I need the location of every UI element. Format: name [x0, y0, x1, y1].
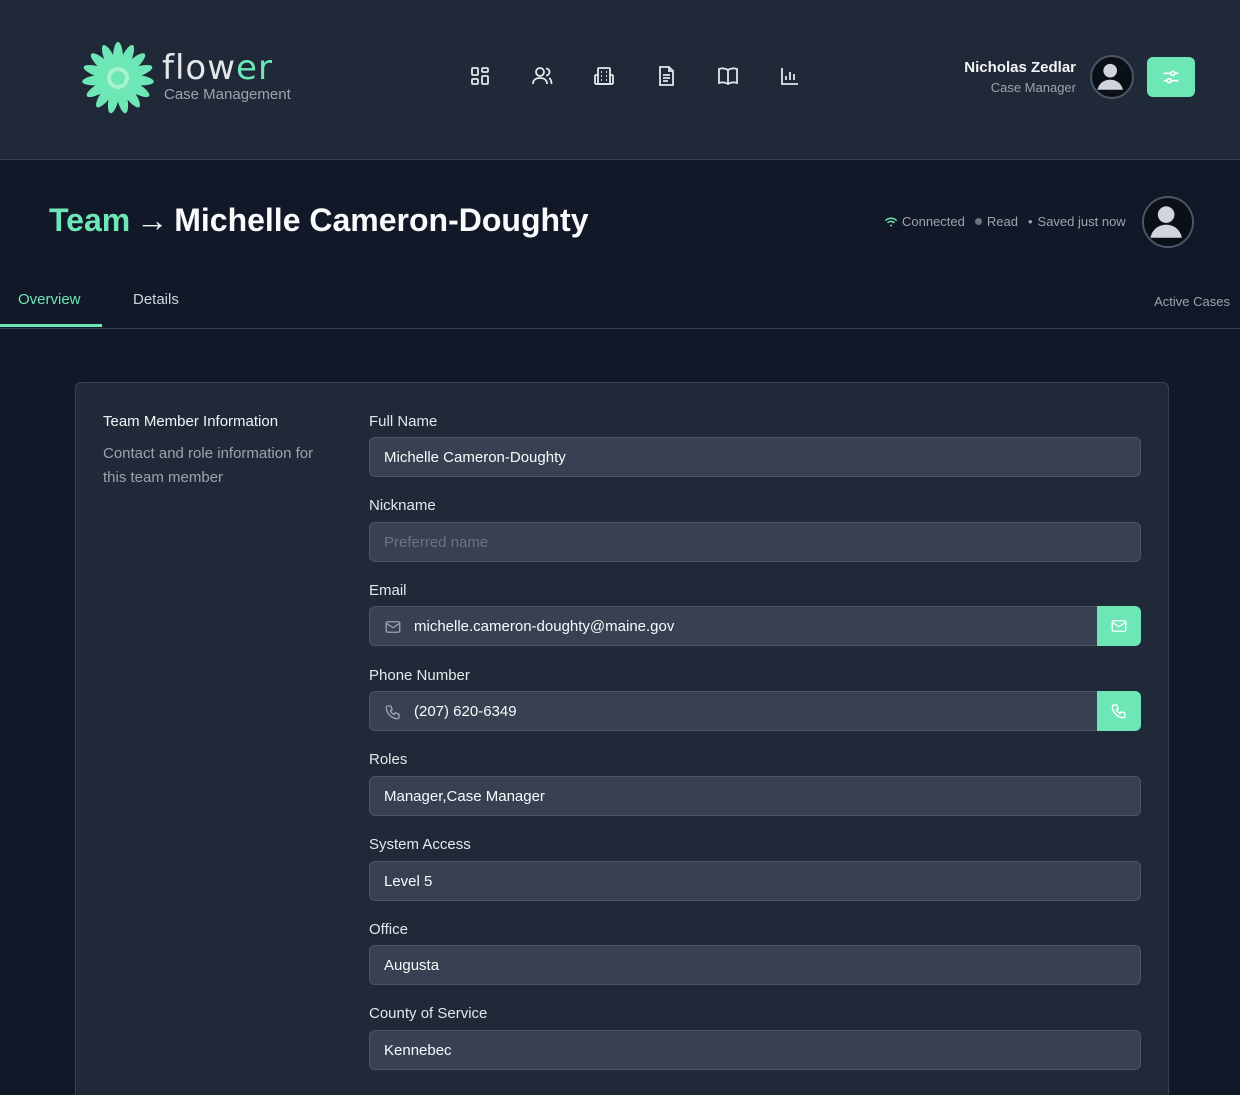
user-avatar[interactable]: [1090, 55, 1134, 99]
phone-input[interactable]: (207) 620-6349: [369, 691, 1099, 731]
team-member-name: Michelle Cameron-Doughty: [174, 202, 589, 238]
system-access-label: System Access: [369, 836, 471, 853]
user-role: Case Manager: [990, 80, 1076, 95]
tab-details[interactable]: Details: [133, 291, 179, 308]
call-phone-button[interactable]: [1097, 691, 1141, 731]
county-label: County of Service: [369, 1005, 488, 1022]
connection-status: Connected: [902, 214, 965, 229]
flower-logo-icon[interactable]: [78, 38, 158, 118]
mode-status: Read: [986, 214, 1018, 229]
section-title: Team Member Information: [103, 413, 279, 430]
section-description: Contact and role information for this te…: [103, 445, 314, 486]
roles-input[interactable]: Manager,Case Manager: [369, 776, 1141, 816]
nickname-input[interactable]: Preferred name: [369, 522, 1141, 562]
member-avatar[interactable]: [1142, 196, 1194, 248]
building-icon[interactable]: [592, 64, 616, 88]
status-separator: •: [1027, 214, 1033, 229]
roles-label: Roles: [369, 751, 408, 768]
book-icon[interactable]: [716, 64, 740, 88]
full-name-input[interactable]: Michelle Cameron-Doughty: [369, 437, 1141, 477]
tab-active-cases[interactable]: Active Cases: [1154, 294, 1230, 309]
brand-name-suffix: er: [236, 48, 273, 88]
user-name: Nicholas Zedlar: [964, 59, 1076, 76]
brand-name-prefix: flow: [162, 48, 237, 88]
nickname-label: Nickname: [369, 497, 436, 514]
phone-label: Phone Number: [369, 667, 470, 684]
document-icon[interactable]: [654, 64, 678, 88]
settings-button[interactable]: [1147, 57, 1195, 97]
page-title: Team → Michelle Cameron-Doughty: [49, 202, 588, 239]
envelope-icon: [385, 621, 401, 633]
system-access-input[interactable]: Level 5: [369, 861, 1141, 901]
main-nav: [468, 64, 802, 88]
phone-icon: [385, 705, 400, 720]
dashboard-icon[interactable]: [468, 64, 492, 88]
wifi-icon: [884, 217, 898, 226]
status-bar: Connected Read • Saved just now: [884, 214, 1126, 229]
email-label: Email: [369, 582, 407, 599]
bar-chart-icon[interactable]: [778, 64, 802, 88]
send-email-button[interactable]: [1097, 606, 1141, 646]
brand-name: flower: [162, 48, 273, 88]
email-value: michelle.cameron-doughty@maine.gov: [414, 617, 675, 635]
office-label: Office: [369, 921, 408, 938]
save-status: Saved just now: [1037, 214, 1126, 229]
breadcrumb-arrow: →: [136, 202, 169, 238]
phone-value: (207) 620-6349: [414, 702, 517, 720]
email-input[interactable]: michelle.cameron-doughty@maine.gov: [369, 606, 1099, 646]
tab-bar: Overview Details Active Cases: [0, 270, 1240, 329]
office-input[interactable]: Augusta: [369, 945, 1141, 985]
top-header: flower Case Management Nicholas Zedlar C…: [0, 0, 1240, 160]
tab-overview[interactable]: Overview: [18, 291, 81, 308]
sliders-icon: [1163, 70, 1179, 84]
people-icon[interactable]: [530, 64, 554, 88]
full-name-label: Full Name: [369, 413, 438, 430]
active-tab-indicator: [0, 324, 102, 327]
phone-icon: [1111, 704, 1126, 719]
team-member-card: Team Member Information Contact and role…: [75, 382, 1169, 1095]
county-input[interactable]: Kennebec: [369, 1030, 1141, 1070]
envelope-icon: [1111, 620, 1127, 632]
read-status-dot: [974, 218, 982, 225]
brand-subtitle: Case Management: [164, 86, 291, 103]
breadcrumb-team[interactable]: Team: [49, 202, 130, 238]
